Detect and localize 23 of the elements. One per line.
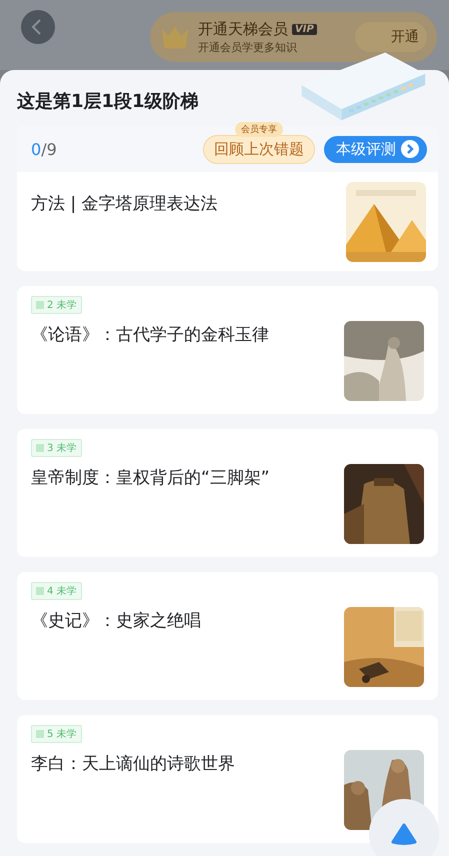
progress-total: /9	[41, 140, 57, 158]
status-tag: 3 未学	[31, 439, 82, 457]
status-tag: 4 未学	[31, 582, 82, 600]
progress-done: 0	[31, 140, 42, 158]
review-button[interactable]: 回顾上次错题	[203, 134, 315, 164]
status-tag: 2 未学	[31, 296, 82, 314]
chevron-icon	[401, 140, 419, 158]
sheet-title: 这是第1层1段1级阶梯	[17, 90, 200, 113]
member-badge: 会员专享	[235, 122, 283, 136]
crown-icon	[160, 24, 190, 50]
lesson-title[interactable]: 《史记》：史家之绝唱	[31, 609, 201, 632]
banner-title: 开通天梯会员	[198, 20, 288, 38]
vip-badge: VIP	[292, 24, 317, 34]
lesson-title[interactable]: 《论语》：古代学子的金科玉律	[31, 323, 269, 346]
activate-button[interactable]: 开通	[355, 22, 427, 52]
lesson-title[interactable]: 皇帝制度：皇权背后的“三脚架”	[31, 466, 270, 489]
scroll-up-button[interactable]	[369, 799, 439, 856]
status-tag: 5 未学	[31, 725, 82, 743]
back-icon[interactable]	[21, 10, 55, 44]
banner-subtitle: 开通会员学更多知识	[198, 40, 298, 54]
lesson-title[interactable]: 李白：天上谪仙的诗歌世界	[31, 752, 235, 775]
lesson-title[interactable]: 方法 | 金字塔原理表达法	[31, 192, 218, 215]
member-banner[interactable]: 开通天梯会员 VIP 开通会员学更多知识 开通	[150, 12, 437, 62]
